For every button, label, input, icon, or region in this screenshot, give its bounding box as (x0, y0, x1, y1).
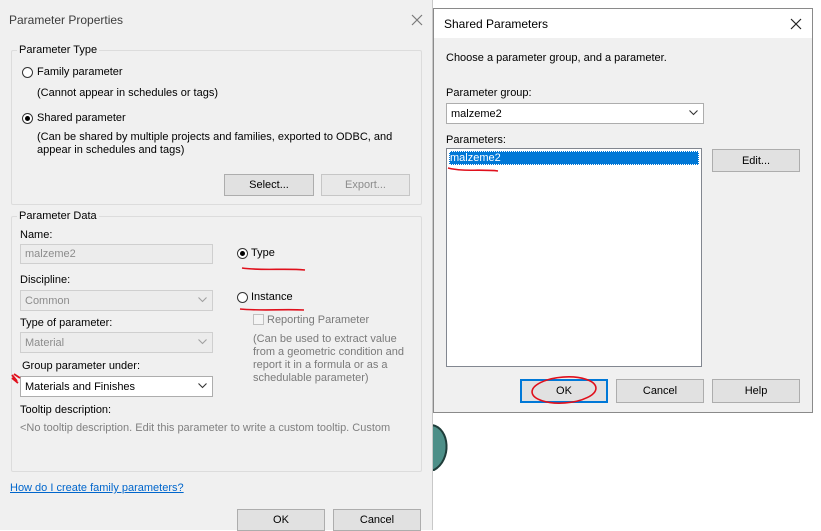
annotation-marks (11, 267, 306, 384)
parameter-properties-dialog: Parameter Properties Parameter Type Fami… (0, 0, 433, 531)
annotation-marks (447, 167, 597, 404)
shared-parameters-dialog: Shared Parameters Choose a parameter gro… (433, 8, 813, 413)
